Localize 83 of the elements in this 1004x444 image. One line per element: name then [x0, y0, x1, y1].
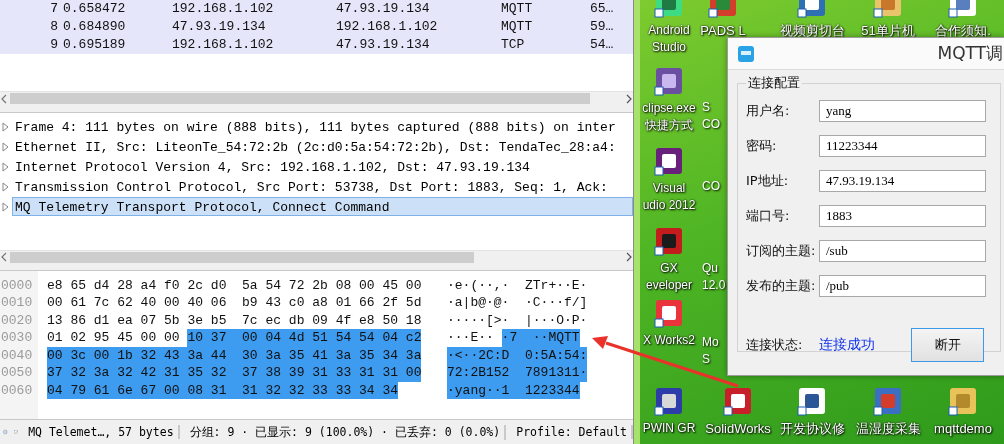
packet-row[interactable]: 9 0.695189 192.168.1.102 47.93.19.134 TCP 54…	[0, 36, 633, 54]
group-title: 连接配置	[747, 74, 801, 92]
packet-row[interactable]: 8 0.684890 47.93.19.134 192.168.1.102 MQTT 59…	[0, 18, 633, 36]
input-field[interactable]: 11223344	[819, 135, 986, 157]
hex-bytes[interactable]: 13 86 d1 ea 07 5b 3e b5 7c ec db 09 4f e8 50 18	[47, 311, 422, 330]
hex-bytes[interactable]: 00 3c 00 1b 32 43 3a 44 30 3a 35 41 3a 35 34 3a	[47, 346, 422, 365]
scroll-left-icon[interactable]	[0, 252, 8, 263]
table-cell-text: 9	[49, 36, 59, 54]
tree-item[interactable]: Ethernet II, Src: LiteonTe_54:72:2b (2c:d0:5a:54:72:2b), Dst: TendaTec_28:a4:	[12, 137, 633, 157]
byte-offset: 0030	[0, 329, 34, 347]
scroll-right-icon[interactable]	[625, 252, 633, 263]
table-cell-text: TCP	[501, 36, 526, 54]
table-cell-text: 192.168.1.102	[172, 0, 275, 18]
table-cell-text: 0.695189	[63, 36, 127, 54]
table-cell-text: 0.684890	[63, 18, 127, 36]
scroll-right-icon[interactable]	[625, 93, 633, 104]
scrollbar-thumb[interactable]	[10, 251, 474, 263]
byte-offset: 0050	[0, 364, 34, 382]
table-cell-text: 47.93.19.134	[172, 18, 267, 36]
ascii-bytes[interactable]: ·····[>· |···O·P·	[447, 311, 588, 330]
ascii-bytes[interactable]: 72:2B152 7891311·	[447, 364, 588, 382]
status-text: 分组: 9 · 已显示: 9 (100.0%) · 已丢弃: 0 (0.0%)	[185, 424, 507, 440]
input-field[interactable]: 47.93.19.134	[819, 170, 986, 192]
input-field[interactable]: yang	[819, 100, 986, 122]
field-label: 端口号:	[746, 207, 791, 225]
desktop-icon-label[interactable]: mqttdemo	[934, 420, 992, 437]
scrollbar-thumb[interactable]	[10, 93, 590, 105]
packet-row[interactable]: 7 0.658472 192.168.1.102 47.93.19.134 MQTT 65…	[0, 0, 633, 18]
hex-bytes[interactable]: e8 65 d4 28 a4 f0 2c d0 5a 54 72 2b 08 00 45 00	[47, 276, 422, 295]
table-cell-text: MQTT	[501, 18, 534, 36]
field-label: 连接状态:	[746, 336, 804, 354]
status-text: MQ Telemet…, 57 bytes	[24, 425, 180, 440]
byte-offset: 0020	[0, 311, 34, 330]
field-label: IP地址:	[746, 172, 790, 190]
table-cell-text: MQTT	[501, 0, 534, 18]
ascii-bytes[interactable]: ·7 ··MQTT	[501, 329, 580, 347]
app-icon[interactable]	[723, 386, 753, 416]
table-cell-text: 54…	[590, 36, 615, 54]
ascii-bytes[interactable]: ·<··2C:D 0:5A:54:	[447, 346, 588, 365]
app-icon[interactable]	[654, 66, 684, 96]
table-cell-text: 65…	[590, 0, 615, 18]
connection-status: 连接成功	[819, 336, 876, 354]
field-label: 密码:	[746, 137, 778, 155]
table-cell-text: 59…	[590, 18, 615, 36]
hex-bytes[interactable]: 10 37 00 04 4d 51 54 54 04 c2	[187, 329, 422, 347]
ascii-bytes[interactable]: ·e·(··,· ZTr+··E·	[447, 276, 588, 295]
tree-item[interactable]: Transmission Control Protocol, Src Port: 53738, Dst Port: 1883, Seq: 1, Ack:	[12, 177, 633, 197]
table-cell-text: 8	[49, 18, 59, 36]
table-cell-text: 7	[49, 0, 59, 18]
app-icon[interactable]	[797, 386, 827, 416]
ascii-bytes[interactable]: ···E··	[447, 329, 494, 347]
tree-item[interactable]: Internet Protocol Version 4, Src: 192.168.1.102, Dst: 47.93.19.134	[12, 157, 633, 177]
field-label: 用户名:	[746, 102, 791, 120]
disconnect-button[interactable]: 断开	[911, 328, 984, 362]
table-cell-text: 47.93.19.134	[336, 0, 431, 18]
app-icon	[737, 44, 755, 63]
window-title: MQTT调	[937, 42, 1004, 65]
byte-offset: 0000	[0, 276, 34, 295]
hex-bytes[interactable]: 37 32 3a 32 42 31 35 32 37 38 39 31 33 31 31 00	[47, 364, 422, 382]
ascii-bytes[interactable]: ·a|b@·@· ·C···f/]	[447, 294, 588, 312]
byte-offset: 0040	[0, 346, 34, 365]
table-cell-text: 192.168.1.102	[172, 36, 275, 54]
field-label: 订阅的主题:	[746, 242, 817, 260]
app-icon[interactable]	[654, 146, 684, 176]
byte-offset: 0060	[0, 381, 34, 400]
byte-offset: 0010	[0, 294, 34, 312]
tree-item[interactable]: MQ Telemetry Transport Protocol, Connect Command	[12, 197, 633, 217]
input-field[interactable]: /pub	[819, 275, 986, 297]
hex-bytes[interactable]: 00 61 7c 62 40 00 40 06 b9 43 c0 a8 01 66 2f 5d	[47, 294, 422, 312]
hex-bytes[interactable]: 01 02 95 45 00 00	[47, 329, 180, 347]
tree-item[interactable]: Frame 4: 111 bytes on wire (888 bits), 111 bytes captured (888 bits) on inter	[12, 117, 633, 137]
scroll-left-icon[interactable]	[0, 93, 8, 104]
field-label: 发布的主题:	[746, 277, 817, 295]
status-text: Profile: Default	[512, 425, 633, 440]
desktop-icon-label[interactable]: 温湿度采集	[855, 420, 921, 437]
table-cell-text: 0.658472	[63, 0, 127, 18]
app-icon[interactable]	[654, 386, 684, 416]
horizontal-scrollbar[interactable]	[0, 91, 633, 106]
input-field[interactable]: /sub	[819, 240, 986, 262]
input-field[interactable]: 1883	[819, 205, 986, 227]
app-icon[interactable]	[654, 226, 684, 256]
table-cell-text: 47.93.19.134	[336, 36, 431, 54]
table-cell-text: 192.168.1.102	[336, 18, 439, 36]
